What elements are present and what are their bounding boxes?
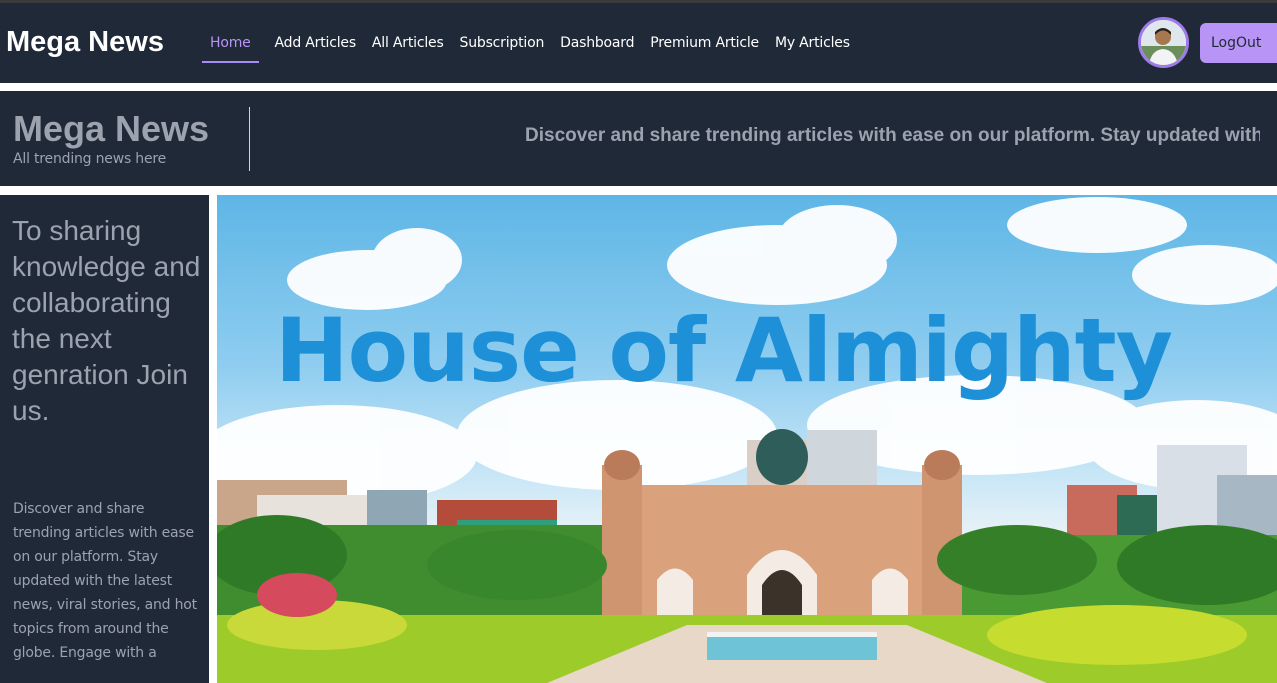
hero-slider[interactable]: House of Almighty: [217, 195, 1277, 683]
banner-divider: [249, 107, 250, 171]
nav-link-home[interactable]: Home: [202, 25, 259, 63]
news-banner: Mega News All trending news here Discove…: [0, 91, 1277, 186]
hero-image: [217, 197, 1277, 683]
banner-subtitle: All trending news here: [13, 151, 167, 167]
nav-link-dashboard[interactable]: Dashboard: [552, 25, 642, 63]
nav-link-add-articles[interactable]: Add Articles: [267, 25, 364, 63]
user-avatar[interactable]: [1138, 17, 1189, 68]
sidebar-heading: To sharing knowledge and collaborating t…: [12, 215, 201, 426]
nav-link-my-articles[interactable]: My Articles: [767, 25, 858, 63]
nav-link-premium-article[interactable]: Premium Article: [642, 25, 767, 63]
logout-button[interactable]: LogOut: [1200, 23, 1277, 63]
hero-heading: House of Almighty: [275, 299, 1173, 402]
user-avatar-image: [1141, 20, 1186, 65]
brand-logo[interactable]: Mega News: [6, 26, 164, 59]
banner-title: Mega News: [13, 108, 210, 149]
nav-link-all-articles[interactable]: All Articles: [364, 25, 452, 63]
top-navbar: Mega News Home Add Articles All Articles…: [0, 3, 1277, 83]
nav-link-subscription[interactable]: Subscription: [452, 25, 553, 63]
news-ticker-text: Discover and share trending articles wit…: [525, 125, 1260, 146]
sidebar-description: Discover and share trending articles wit…: [13, 501, 197, 661]
intro-sidebar: To sharing knowledge and collaborating t…: [0, 195, 209, 683]
news-ticker: Discover and share trending articles wit…: [260, 125, 1260, 151]
main-nav: Home Add Articles All Articles Subscript…: [202, 25, 858, 63]
